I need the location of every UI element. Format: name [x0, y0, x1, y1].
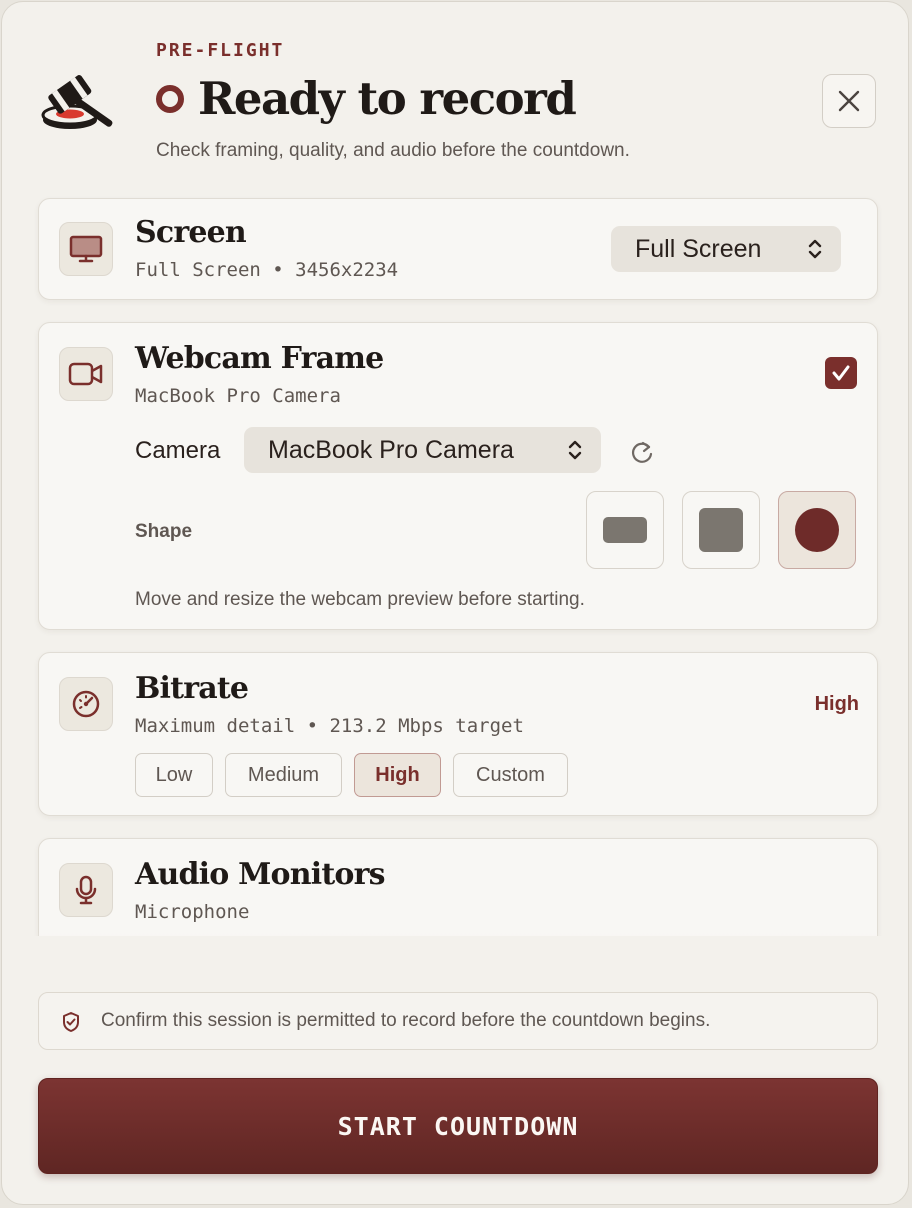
webcam-icon-box [59, 347, 113, 401]
page-subtitle: Check framing, quality, and audio before… [156, 140, 630, 161]
webcam-hint: Move and resize the webcam preview befor… [135, 589, 585, 610]
screen-subtitle: Full Screen • 3456x2234 [135, 259, 399, 281]
start-countdown-button[interactable]: START COUNTDOWN [38, 1078, 878, 1174]
updown-chevron-icon [808, 239, 822, 259]
webcam-subtitle: MacBook Pro Camera [135, 385, 341, 407]
screen-select-value: Full Screen [635, 234, 762, 263]
circle-shape-icon [795, 508, 839, 552]
webcam-enabled-checkbox[interactable] [825, 357, 857, 389]
bitrate-card: Bitrate Maximum detail • 213.2 Mbps targ… [38, 652, 878, 816]
bitrate-option-medium[interactable]: Medium [225, 753, 342, 797]
bitrate-current-badge: High [814, 693, 859, 715]
camera-select[interactable]: MacBook Pro Camera [244, 427, 601, 473]
shield-check-icon [63, 1012, 79, 1032]
updown-chevron-icon [568, 440, 582, 460]
audio-subtitle: Microphone [135, 901, 250, 923]
bitrate-title: Bitrate [135, 671, 249, 706]
shape-rectangle-button[interactable] [586, 491, 664, 569]
gauge-icon [72, 690, 100, 718]
screen-card: Screen Full Screen • 3456x2234 Full Scre… [38, 198, 878, 300]
rectangle-shape-icon [603, 517, 647, 543]
record-dot-icon [156, 84, 184, 113]
screen-title: Screen [135, 215, 247, 250]
camera-select-value: MacBook Pro Camera [268, 435, 514, 464]
shape-label: Shape [135, 521, 193, 542]
audio-icon-box [59, 863, 113, 917]
scroll-clip-cover [2, 936, 908, 986]
gavel-logo-icon [41, 75, 113, 129]
permission-notice: Confirm this session is permitted to rec… [38, 992, 878, 1050]
close-button[interactable] [822, 74, 876, 128]
video-camera-icon [68, 362, 103, 386]
webcam-card: Webcam Frame MacBook Pro Camera Camera M… [38, 322, 878, 630]
close-icon [838, 90, 860, 112]
preflight-window: PRE-FLIGHT Ready to record Check framing… [1, 1, 909, 1205]
square-shape-icon [699, 508, 743, 552]
page-title: Ready to record [198, 72, 577, 125]
permission-notice-text: Confirm this session is permitted to rec… [101, 1010, 711, 1031]
bitrate-subtitle: Maximum detail • 213.2 Mbps target [135, 715, 524, 737]
audio-title: Audio Monitors [135, 857, 386, 892]
webcam-title: Webcam Frame [135, 341, 384, 376]
eyebrow-label: PRE-FLIGHT [156, 40, 285, 61]
title-row: Ready to record [156, 72, 577, 125]
shape-circle-button[interactable] [778, 491, 856, 569]
shape-rounded-square-button[interactable] [682, 491, 760, 569]
bitrate-option-custom[interactable]: Custom [453, 753, 568, 797]
camera-label: Camera [135, 437, 221, 464]
bitrate-icon-box [59, 677, 113, 731]
monitor-icon [69, 235, 103, 263]
refresh-icon[interactable] [627, 437, 657, 467]
screen-icon-box [59, 222, 113, 276]
bitrate-option-high[interactable]: High [354, 753, 441, 797]
screen-select[interactable]: Full Screen [611, 226, 841, 272]
microphone-icon [75, 875, 97, 905]
bitrate-option-low[interactable]: Low [135, 753, 213, 797]
checkmark-icon [832, 365, 850, 381]
